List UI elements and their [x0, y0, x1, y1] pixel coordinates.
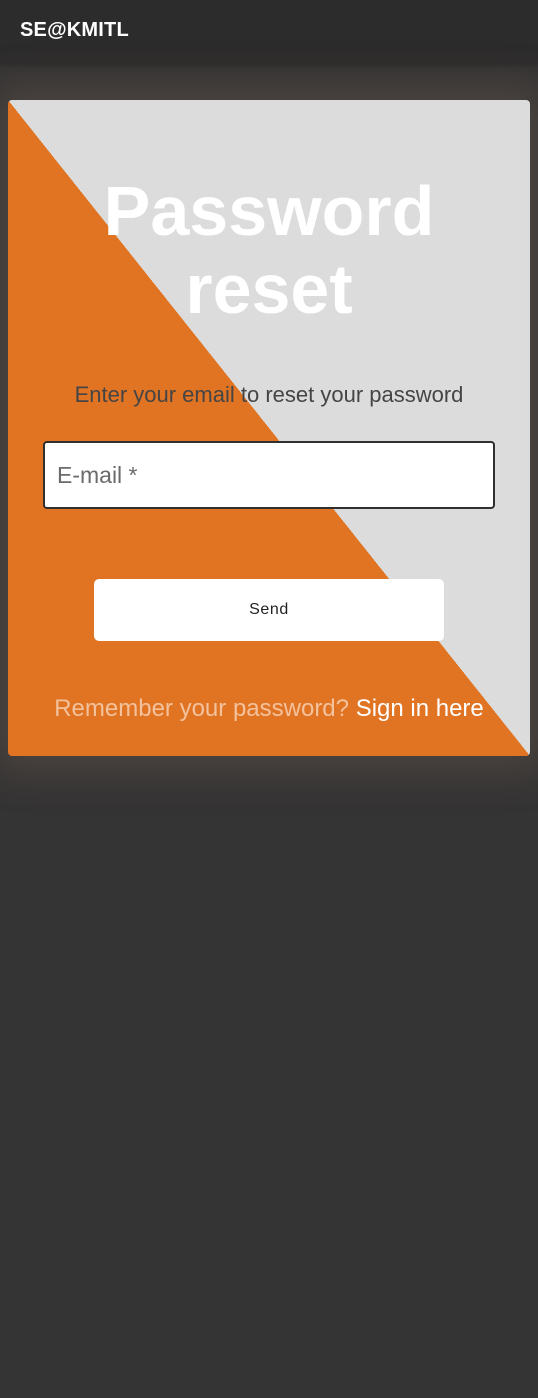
title-line-1: Password — [103, 172, 435, 250]
brand-logo[interactable]: SE@KMITL — [20, 19, 129, 42]
email-field[interactable] — [43, 441, 495, 509]
sign-in-link[interactable]: Sign in here — [356, 695, 484, 722]
instructions-text: Enter your email to reset your password — [74, 382, 464, 407]
signin-prompt: Remember your password? Sign in here — [8, 695, 530, 723]
title-line-2: reset — [185, 250, 353, 328]
send-button[interactable]: Send — [94, 579, 444, 641]
password-reset-card: Password reset Enter your email to reset… — [8, 100, 530, 756]
remember-password-text: Remember your password? — [54, 695, 350, 722]
page-title: Password reset — [8, 172, 530, 328]
top-navbar: SE@KMITL — [0, 0, 538, 63]
